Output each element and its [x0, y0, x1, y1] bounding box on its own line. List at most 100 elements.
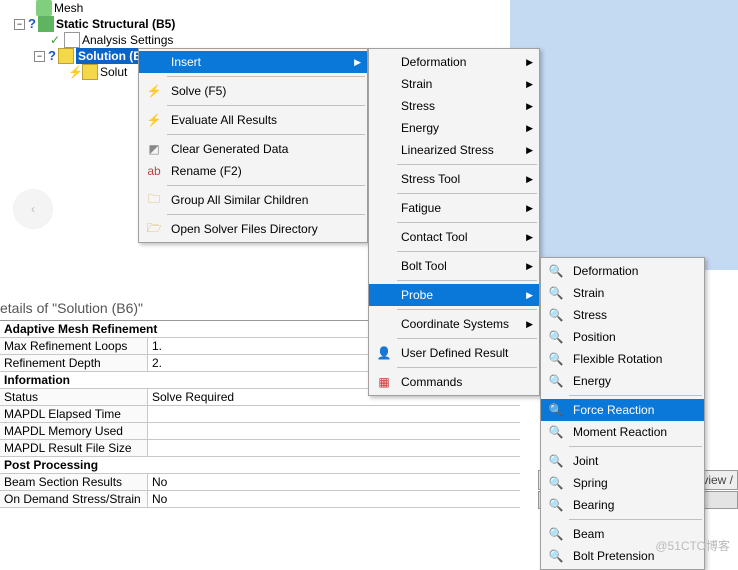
blank-icon	[143, 53, 165, 71]
menu-bolt-tool[interactable]: Bolt Tool▶	[369, 255, 539, 277]
separator	[397, 280, 537, 281]
probe-position[interactable]: 🔍Position	[541, 326, 704, 348]
probe-spring[interactable]: 🔍Spring	[541, 472, 704, 494]
chevron-right-icon: ▶	[526, 174, 533, 185]
structural-icon	[38, 16, 54, 32]
menu-probe[interactable]: Probe▶	[369, 284, 539, 306]
probe-moment-reaction[interactable]: 🔍Moment Reaction	[541, 421, 704, 443]
probe-icon: 🔍	[545, 547, 567, 565]
menu-energy[interactable]: Energy▶	[369, 117, 539, 139]
separator	[167, 185, 365, 186]
separator	[397, 164, 537, 165]
probe-joint[interactable]: 🔍Joint	[541, 450, 704, 472]
row-mapdl-result-size[interactable]: MAPDL Result File Size	[0, 440, 520, 457]
probe-icon: 🔍	[545, 284, 567, 302]
menu-stress[interactable]: Stress▶	[369, 95, 539, 117]
menu-solve[interactable]: ⚡Solve (F5)	[139, 80, 367, 102]
folder-open-icon: 🗁	[143, 220, 165, 238]
probe-icon: 🔍	[545, 423, 567, 441]
collapse-icon[interactable]: −	[34, 51, 45, 62]
chevron-right-icon: ▶	[526, 290, 533, 301]
probe-strain[interactable]: 🔍Strain	[541, 282, 704, 304]
probe-force-reaction[interactable]: 🔍Force Reaction	[541, 399, 704, 421]
question-icon: ?	[28, 16, 36, 32]
menu-deformation[interactable]: Deformation▶	[369, 51, 539, 73]
chevron-right-icon: ▶	[526, 203, 533, 214]
tree-label: Solut	[100, 64, 127, 80]
menu-clear[interactable]: ◩Clear Generated Data	[139, 138, 367, 160]
separator	[167, 214, 365, 215]
separator	[397, 193, 537, 194]
chevron-right-icon: ▶	[526, 101, 533, 112]
chevron-right-icon: ▶	[526, 145, 533, 156]
tree-item-mesh[interactable]: Mesh	[10, 0, 175, 16]
menu-open-solver[interactable]: 🗁Open Solver Files Directory	[139, 218, 367, 240]
chevron-right-icon: ▶	[526, 123, 533, 134]
rename-icon: ab	[143, 162, 165, 180]
probe-icon: 🔍	[545, 525, 567, 543]
probe-icon: 🔍	[545, 401, 567, 419]
row-mapdl-elapsed[interactable]: MAPDL Elapsed Time	[0, 406, 520, 423]
bolt-icon: ⚡	[143, 111, 165, 129]
probe-bearing[interactable]: 🔍Bearing	[541, 494, 704, 516]
tree-label: Analysis Settings	[82, 32, 173, 48]
submenu-probe: 🔍Deformation 🔍Strain 🔍Stress 🔍Position 🔍…	[540, 257, 705, 570]
chevron-right-icon: ▶	[526, 232, 533, 243]
probe-icon: 🔍	[545, 328, 567, 346]
info-icon	[82, 64, 98, 80]
probe-stress[interactable]: 🔍Stress	[541, 304, 704, 326]
menu-insert[interactable]: Insert▶	[139, 51, 367, 73]
solution-icon	[58, 48, 74, 64]
menu-commands[interactable]: ▦Commands	[369, 371, 539, 393]
probe-icon: 🔍	[545, 306, 567, 324]
menu-strain[interactable]: Strain▶	[369, 73, 539, 95]
probe-deformation[interactable]: 🔍Deformation	[541, 260, 704, 282]
row-beam-section[interactable]: Beam Section ResultsNo	[0, 474, 520, 491]
separator	[397, 309, 537, 310]
separator	[569, 519, 702, 520]
section-post[interactable]: Post Processing	[0, 457, 520, 474]
separator	[397, 338, 537, 339]
menu-linearized-stress[interactable]: Linearized Stress▶	[369, 139, 539, 161]
chevron-right-icon: ▶	[526, 79, 533, 90]
probe-icon: 🔍	[545, 474, 567, 492]
menu-evaluate[interactable]: ⚡Evaluate All Results	[139, 109, 367, 131]
tree-item-static-structural[interactable]: − ? Static Structural (B5)	[10, 16, 175, 32]
probe-flexible-rotation[interactable]: 🔍Flexible Rotation	[541, 348, 704, 370]
blank-icon	[373, 97, 395, 115]
row-on-demand[interactable]: On Demand Stress/StrainNo	[0, 491, 520, 508]
blank-icon	[373, 257, 395, 275]
blank-icon	[373, 315, 395, 333]
separator	[397, 222, 537, 223]
menu-group[interactable]: 🗀Group All Similar Children	[139, 189, 367, 211]
separator	[167, 134, 365, 135]
blank-icon	[373, 286, 395, 304]
blank-icon	[373, 141, 395, 159]
menu-rename[interactable]: abRename (F2)	[139, 160, 367, 182]
separator	[569, 446, 702, 447]
back-button[interactable]: ‹	[14, 190, 52, 228]
collapse-icon[interactable]: −	[14, 19, 25, 30]
context-menu-solution: Insert▶ ⚡Solve (F5) ⚡Evaluate All Result…	[138, 48, 368, 243]
bolt-icon: ⚡	[143, 82, 165, 100]
menu-fatigue[interactable]: Fatigue▶	[369, 197, 539, 219]
blank-icon	[373, 170, 395, 188]
menu-contact-tool[interactable]: Contact Tool▶	[369, 226, 539, 248]
commands-icon: ▦	[373, 373, 395, 391]
separator	[167, 105, 365, 106]
probe-energy[interactable]: 🔍Energy	[541, 370, 704, 392]
tree-item-analysis-settings[interactable]: ✓ Analysis Settings	[10, 32, 175, 48]
chevron-left-icon: ‹	[31, 202, 35, 216]
menu-coordinate-systems[interactable]: Coordinate Systems▶	[369, 313, 539, 335]
menu-stress-tool[interactable]: Stress Tool▶	[369, 168, 539, 190]
submenu-insert: Deformation▶ Strain▶ Stress▶ Energy▶ Lin…	[368, 48, 540, 396]
row-mapdl-memory[interactable]: MAPDL Memory Used	[0, 423, 520, 440]
chevron-right-icon: ▶	[526, 319, 533, 330]
separator	[167, 76, 365, 77]
separator	[569, 395, 702, 396]
menu-user-defined[interactable]: 👤User Defined Result	[369, 342, 539, 364]
separator	[397, 251, 537, 252]
blank-icon	[373, 75, 395, 93]
chevron-right-icon: ▶	[354, 57, 361, 68]
tree-label: Static Structural (B5)	[56, 16, 175, 32]
